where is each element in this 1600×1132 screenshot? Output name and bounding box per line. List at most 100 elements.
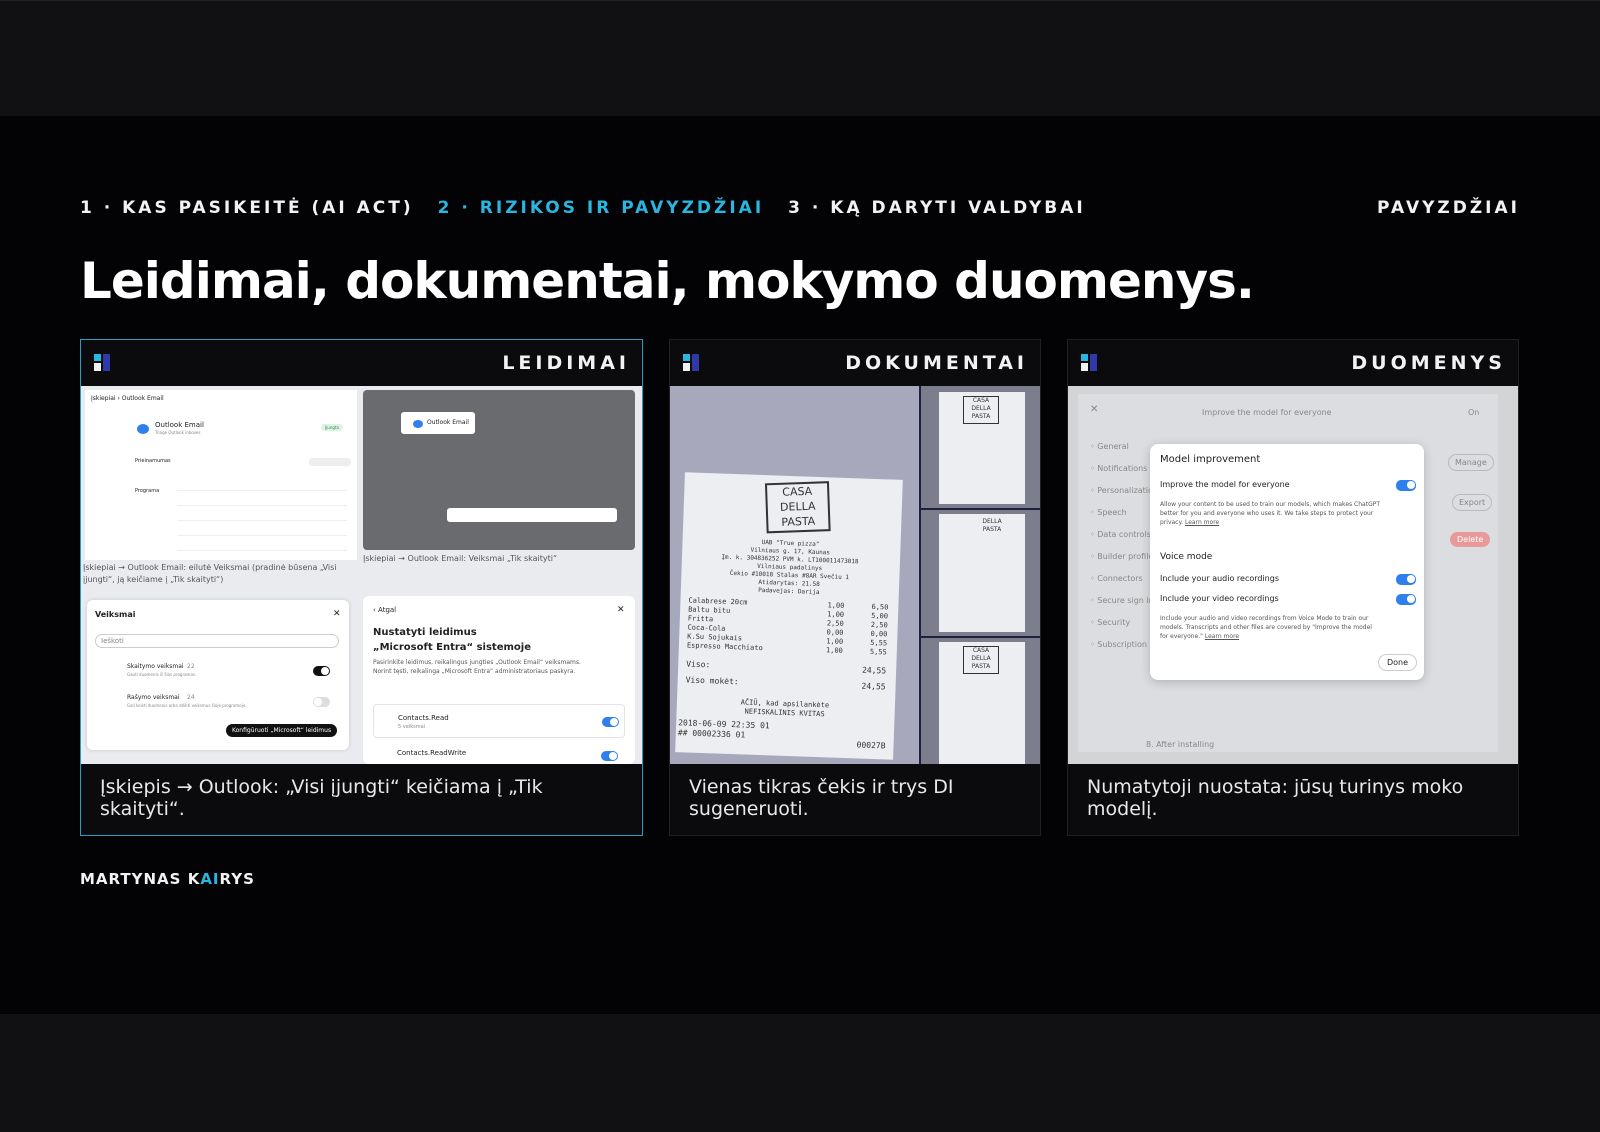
logo-icon <box>94 354 112 372</box>
delete-button[interactable]: Delete <box>1450 532 1491 547</box>
voice-mode-title: Voice mode <box>1160 552 1213 562</box>
write-actions-label: Rašymo veiksmai <box>127 694 180 701</box>
write-actions-sub: Gali keisti duomenis arba atlikti veiksm… <box>127 703 247 708</box>
card-data[interactable]: DUOMENYS ✕ Improve the model for everyon… <box>1067 339 1519 836</box>
model-improvement-modal: Model improvement Improve the model for … <box>1150 444 1424 680</box>
generated-receipts-column: CASA DELLA PASTA DELLA PASTA CASA DELLA PASTA <box>921 386 1040 764</box>
permission-name: Contacts.ReadWrite <box>397 749 467 757</box>
card-label: LEIDIMAI <box>502 352 630 374</box>
total-label: Viso: <box>686 659 711 670</box>
receipt-header-lines: UAB "True pizza" Vilniaus g. 17, Kaunas Įm… <box>689 537 891 600</box>
permission-name: Contacts.Read <box>398 714 449 722</box>
card-label: DOKUMENTAI <box>845 352 1028 374</box>
page-title: Leidimai, dokumentai, mokymo duomenys. <box>80 252 1255 310</box>
permission-row[interactable]: Contacts.Read 5 veiksmai <box>373 704 625 738</box>
read-actions-toggle[interactable] <box>313 666 330 676</box>
modal-title: Model improvement <box>1160 454 1261 465</box>
card-documents[interactable]: DOKUMENTAI CASA DELLA PASTA UAB "True pi… <box>669 339 1041 836</box>
app-subtitle: Triage Outlook inboxes <box>155 430 201 435</box>
manage-button[interactable]: Manage <box>1448 454 1494 471</box>
generated-receipt-3: CASA DELLA PASTA <box>939 642 1025 764</box>
learn-more-link[interactable]: Learn more <box>1205 633 1239 640</box>
backdrop-on: On <box>1468 408 1480 417</box>
search-placeholder: Ieškoti <box>101 637 124 645</box>
read-actions-count: 22 <box>187 663 195 670</box>
improve-toggle[interactable] <box>1396 480 1416 491</box>
back-button[interactable]: ‹ Atgal <box>373 606 396 614</box>
entra-title-line2: „Microsoft Entra“ sistemoje <box>373 642 531 653</box>
card-label: DUOMENYS <box>1351 352 1506 374</box>
receipt-items: Calabrese 20cm 1,00 6,50 Baltu bitu 1,00 5,00… <box>687 596 889 657</box>
search-input[interactable]: Ieškoti <box>95 634 339 648</box>
status-badge: Įjungta <box>321 424 343 431</box>
total-label: Viso mokėt: <box>685 675 739 687</box>
entra-permissions-panel: ‹ Atgal ✕ Nustatyti leidimus „Microsoft … <box>363 596 635 764</box>
chatgpt-settings-screenshot: ✕ Improve the model for everyone On ◦ Ge… <box>1068 386 1518 764</box>
receipt-logo: CASA DELLA PASTA <box>764 481 831 534</box>
nav-section-label: PAVYZDŽIAI <box>1377 198 1520 218</box>
logo-icon <box>1081 354 1099 372</box>
close-icon[interactable]: ✕ <box>617 605 625 615</box>
configure-permissions-button[interactable]: Konfigūruoti „Microsoft“ leidimus <box>226 724 338 737</box>
back-label: Atgal <box>378 606 397 614</box>
read-actions-sub: Gauti duomenis iš šios programos. <box>127 672 197 677</box>
author-name-part: RYS <box>219 870 255 888</box>
audio-toggle[interactable] <box>1396 574 1416 585</box>
card-header: DUOMENYS <box>1068 340 1518 386</box>
improve-label: Improve the model for everyone <box>1160 480 1290 489</box>
backdrop-text: 8. After installing <box>1146 740 1215 749</box>
segment-toggle[interactable] <box>309 458 351 466</box>
video-toggle[interactable] <box>1396 594 1416 605</box>
entra-title-line1: Nustatyti leidimus <box>373 627 477 638</box>
write-actions-toggle[interactable] <box>313 697 330 707</box>
close-icon[interactable]: ✕ <box>1090 404 1098 415</box>
receipt-date-block: 2018-06-09 22:35 01 ## 00002336 01 <box>678 718 770 741</box>
letterbox-top <box>0 0 1600 116</box>
permissions-screenshot: Įskiepiai › Outlook Email Outlook Email … <box>81 386 642 764</box>
actions-row-highlight[interactable] <box>447 508 617 522</box>
voice-description: Include your audio and video recordings … <box>1160 615 1372 640</box>
export-button[interactable]: Export <box>1452 494 1493 511</box>
total-value: 24,55 <box>861 665 887 676</box>
card-header: LEIDIMAI <box>81 340 642 386</box>
right-screenshot-caption: Įskiepiai → Outlook Email: Veiksmai „Tik… <box>363 554 558 563</box>
backdrop-title: Improve the model for everyone <box>1202 408 1332 417</box>
permission-toggle[interactable] <box>602 717 619 727</box>
nav-item-board[interactable]: 3 · KĄ DARYTI VALDYBAI <box>788 198 1086 218</box>
generated-receipt-2: DELLA PASTA <box>939 514 1025 632</box>
card-header: DOKUMENTAI <box>670 340 1040 386</box>
app-name: Outlook Email <box>155 421 204 429</box>
learn-more-link[interactable]: Learn more <box>1185 519 1219 526</box>
left-screenshot-caption: Įskiepiai → Outlook Email: eilutė Veiksm… <box>83 563 337 584</box>
outlook-icon <box>137 424 149 434</box>
card-caption: Įskiepis → Outlook: „Visi įjungti“ keiči… <box>100 776 543 820</box>
receipt-item-value: 1,00 <box>825 646 843 655</box>
receipt-footer: AČIŪ, kad apsilankėte NEFISKALINIS KVITA… <box>685 696 886 721</box>
close-icon[interactable]: ✕ <box>333 609 341 619</box>
card-caption: Vienas tikras čekis ir trys DI sugeneruo… <box>689 776 954 820</box>
nav-item-risks[interactable]: 2 · RIZIKOS IR PAVYZDŽIAI <box>438 198 765 218</box>
permission-toggle[interactable] <box>601 751 618 761</box>
nav-item-ai-act[interactable]: 1 · KAS PASIKEITĖ (AI ACT) <box>80 198 414 218</box>
receipt-logo: CASA DELLA PASTA <box>963 646 999 674</box>
receipts-photo-collage: CASA DELLA PASTA UAB "True pizza" Vilniau… <box>670 386 1040 764</box>
card-permissions[interactable]: LEIDIMAI Įskiepiai › Outlook Email Outlo… <box>80 339 643 836</box>
audio-label: Include your audio recordings <box>1160 574 1279 583</box>
done-button[interactable]: Done <box>1378 654 1418 671</box>
row-label-access: Prieinamumas <box>135 458 171 464</box>
author-name-part: MARTYNAS K <box>80 870 201 888</box>
dialog-title: Veiksmai <box>95 610 136 619</box>
card-caption: Numatytoji nuostata: jūsų turinys moko m… <box>1087 776 1464 820</box>
total-value: 24,55 <box>861 681 886 692</box>
row-label-app: Programa <box>135 488 160 494</box>
improve-description: Allow your content to be used to train o… <box>1160 501 1380 526</box>
receipt-logo: CASA DELLA PASTA <box>963 396 999 424</box>
entra-description: Pasirinkite leidimus, reikalingus jungti… <box>373 659 581 675</box>
app-name: Outlook Email <box>427 419 469 426</box>
letterbox-bottom <box>0 1014 1600 1132</box>
logo-icon <box>683 354 701 372</box>
real-receipt: CASA DELLA PASTA UAB "True pizza" Vilniau… <box>675 472 903 760</box>
actions-dialog: Veiksmai ✕ Ieškoti Skaitymo veiksmai 22 … <box>87 600 349 750</box>
generated-receipt-1: CASA DELLA PASTA <box>939 392 1025 504</box>
outlook-settings-panel: Įskiepiai › Outlook Email Outlook Email … <box>85 390 357 560</box>
